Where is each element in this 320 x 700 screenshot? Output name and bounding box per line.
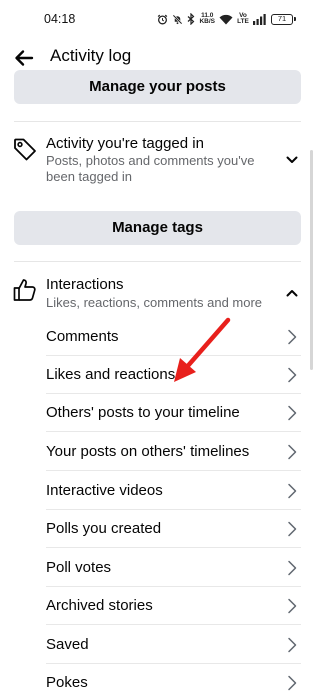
scrollbar[interactable] bbox=[310, 150, 313, 370]
list-item-label: Saved bbox=[46, 636, 89, 653]
chevron-right-icon bbox=[288, 598, 297, 614]
list-item-label: Others' posts to your timeline bbox=[46, 404, 240, 421]
status-bar: 04:18 11.0 KB/S Vo LTE 71 bbox=[0, 0, 315, 38]
list-item-polls-you-created[interactable]: Polls you created bbox=[46, 510, 301, 548]
list-item-label: Comments bbox=[46, 328, 119, 345]
network-speed: 11.0 KB/S bbox=[199, 12, 215, 26]
list-item-interactive-videos[interactable]: Interactive videos bbox=[46, 472, 301, 510]
status-icons: 11.0 KB/S Vo LTE 71 bbox=[157, 11, 296, 27]
list-item-others-posts-to-timeline[interactable]: Others' posts to your timeline bbox=[46, 394, 301, 432]
chevron-up-icon[interactable] bbox=[285, 286, 299, 300]
divider bbox=[14, 121, 301, 122]
annotation-arrow-icon bbox=[174, 317, 231, 382]
list-item-pokes[interactable]: Pokes bbox=[46, 664, 301, 700]
interactions-section-title: Interactions bbox=[46, 276, 124, 293]
mute-bell-icon bbox=[173, 14, 183, 24]
list-item-label: Interactive videos bbox=[46, 482, 163, 499]
wifi-icon bbox=[219, 14, 233, 24]
alarm-icon bbox=[158, 14, 168, 24]
chevron-right-icon bbox=[288, 560, 297, 576]
battery-icon: 71 bbox=[271, 13, 296, 25]
status-time: 04:18 bbox=[44, 12, 76, 26]
list-item-your-posts-on-others-timelines[interactable]: Your posts on others' timelines bbox=[46, 433, 301, 471]
list-item-label: Polls you created bbox=[46, 520, 162, 537]
chevron-right-icon bbox=[288, 521, 297, 537]
chevron-right-icon bbox=[288, 444, 297, 460]
chevron-right-icon bbox=[288, 367, 297, 383]
chevron-right-icon bbox=[288, 405, 297, 421]
chevron-down-icon[interactable] bbox=[285, 153, 299, 167]
list-item-label: Likes and reactions bbox=[46, 366, 176, 383]
interactions-section-subtitle: Likes, reactions, comments and more bbox=[46, 295, 263, 310]
network-speed-unit: KB/S bbox=[199, 18, 215, 25]
tag-icon bbox=[14, 138, 36, 161]
tagged-section-title: Activity you're tagged in bbox=[46, 135, 204, 152]
volte-label: Vo LTE bbox=[237, 11, 249, 25]
list-item-archived-stories[interactable]: Archived stories bbox=[46, 587, 301, 625]
list-item-label: Your posts on others' timelines bbox=[46, 443, 250, 460]
manage-posts-button[interactable]: Manage your posts bbox=[14, 70, 301, 104]
list-item-label: Pokes bbox=[46, 674, 88, 691]
chevron-right-icon bbox=[288, 483, 297, 499]
signal-icon bbox=[253, 13, 266, 25]
list-item-label: Poll votes bbox=[46, 559, 112, 576]
bluetooth-icon bbox=[188, 13, 195, 25]
thumbs-up-icon bbox=[13, 279, 36, 301]
divider bbox=[14, 261, 301, 262]
page-title: Activity log bbox=[50, 46, 132, 65]
back-arrow-icon[interactable] bbox=[12, 46, 36, 70]
tagged-section-subtitle: Posts, photos and comments you've been t… bbox=[46, 153, 255, 184]
chevron-right-icon bbox=[288, 637, 297, 653]
manage-tags-button[interactable]: Manage tags bbox=[14, 211, 301, 245]
chevron-right-icon bbox=[288, 329, 297, 345]
list-item-saved[interactable]: Saved bbox=[46, 626, 301, 664]
chevron-right-icon bbox=[288, 675, 297, 691]
list-item-poll-votes[interactable]: Poll votes bbox=[46, 549, 301, 587]
list-item-label: Archived stories bbox=[46, 597, 153, 614]
